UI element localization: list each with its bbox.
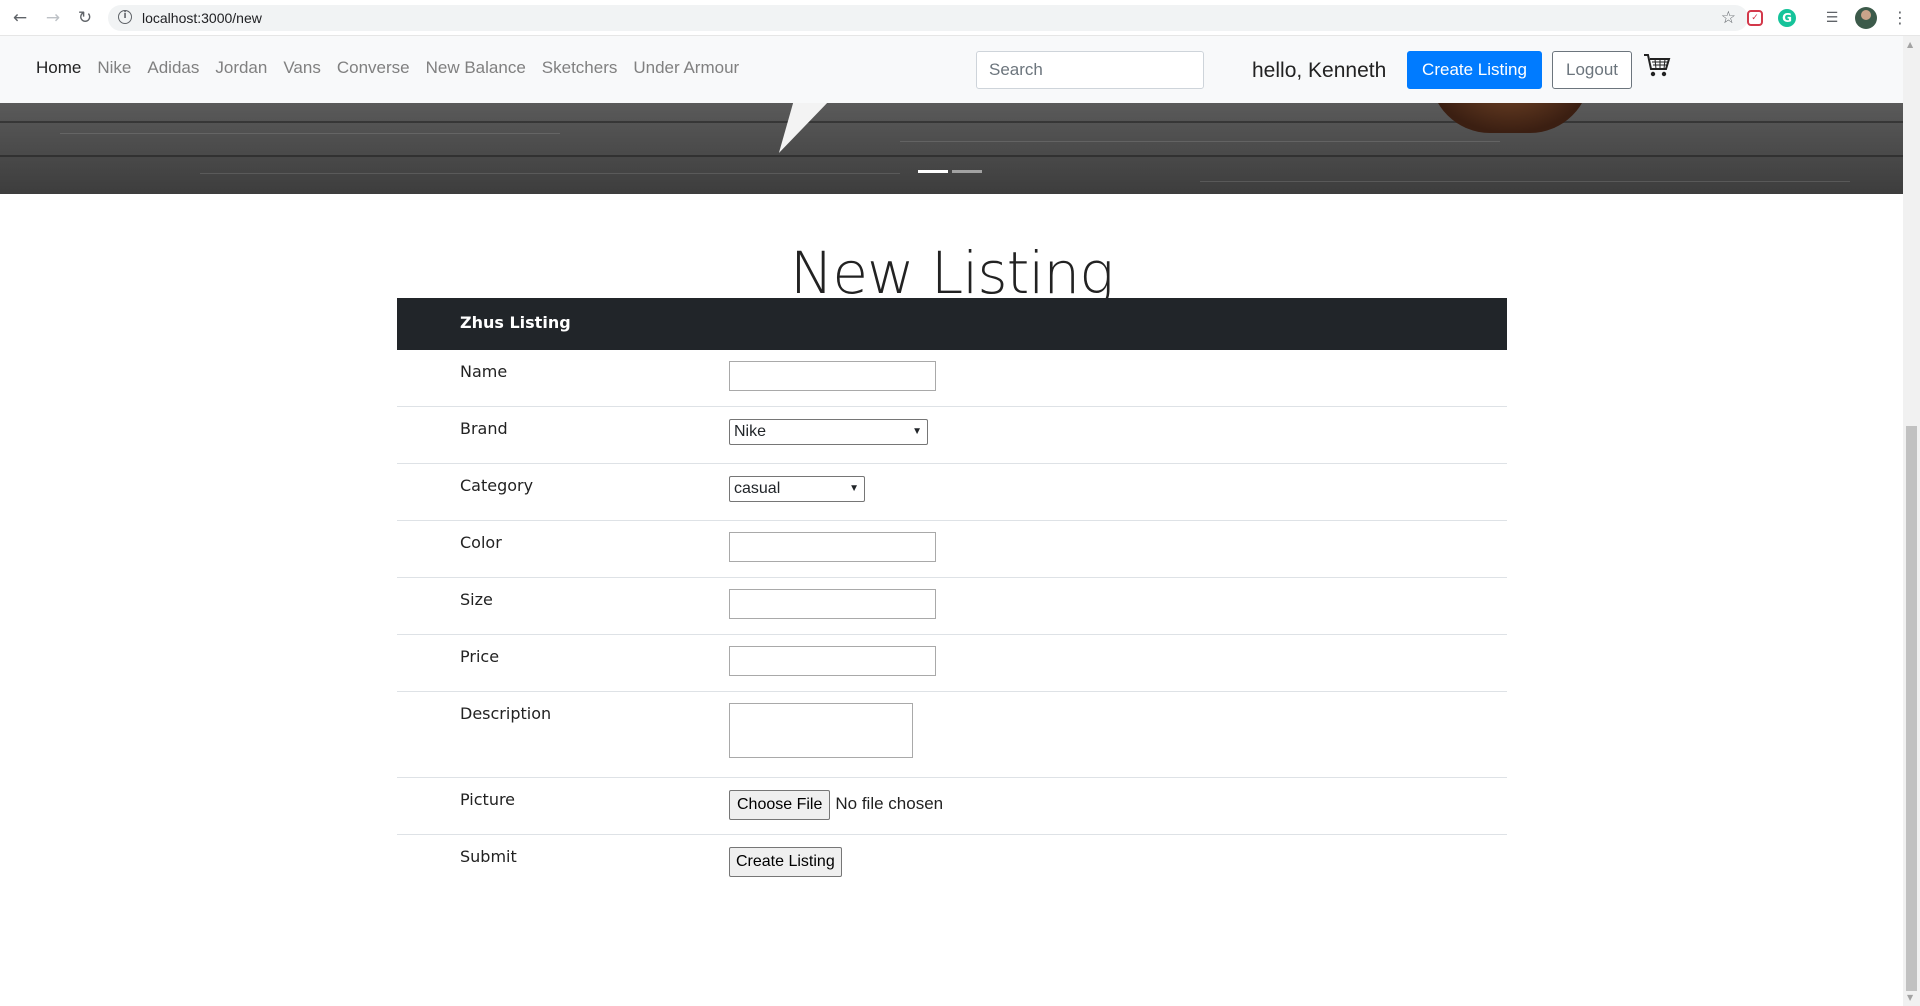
category-label: Category: [460, 476, 534, 495]
submit-create-listing-button[interactable]: Create Listing: [729, 847, 842, 877]
scroll-down-icon[interactable]: ▼: [1907, 993, 1913, 1002]
search-input[interactable]: [976, 51, 1204, 89]
scroll-up-icon[interactable]: ▲: [1907, 40, 1913, 49]
form-row-price: Price: [397, 635, 1507, 692]
address-bar[interactable]: i localhost:3000/new ☆: [108, 5, 1748, 31]
grammarly-extension-icon[interactable]: G: [1778, 9, 1796, 27]
wood-grain: [900, 141, 1500, 142]
hero-carousel[interactable]: [0, 103, 1903, 194]
nav-link-converse[interactable]: Converse: [337, 58, 410, 78]
name-label: Name: [460, 362, 508, 381]
site-info-icon[interactable]: i: [118, 10, 132, 24]
url-text[interactable]: localhost:3000/new: [142, 10, 262, 26]
create-listing-button[interactable]: Create Listing: [1407, 51, 1542, 89]
form-header: Zhus Listing: [397, 298, 1507, 350]
nav-link-sketchers[interactable]: Sketchers: [542, 58, 618, 78]
shoe-image: [1430, 103, 1590, 133]
nav-link-jordan[interactable]: Jordan: [215, 58, 267, 78]
page-viewport: Home Nike Adidas Jordan Vans Converse Ne…: [0, 36, 1903, 1006]
user-greeting: hello, Kenneth: [1252, 59, 1387, 82]
logout-button[interactable]: Logout: [1552, 51, 1632, 89]
form-row-category: Category casual ▼: [397, 464, 1507, 521]
reading-list-icon[interactable]: ☰: [1822, 8, 1842, 28]
carousel-indicator-2[interactable]: [952, 170, 982, 173]
bookmark-star-icon[interactable]: ☆: [1721, 8, 1736, 28]
price-field[interactable]: [729, 646, 936, 676]
wood-grain: [200, 173, 900, 174]
browser-toolbar: ← → ↻ i localhost:3000/new ☆ ✓ G ☰ ⋮: [0, 0, 1920, 36]
category-select[interactable]: casual ▼: [729, 476, 865, 502]
profile-avatar[interactable]: [1855, 7, 1877, 29]
nav-link-under-armour[interactable]: Under Armour: [633, 58, 739, 78]
carousel-indicator-1[interactable]: [918, 170, 948, 173]
page-scrollbar[interactable]: ▲ ▼: [1903, 36, 1920, 1006]
forward-icon[interactable]: →: [43, 8, 63, 28]
nav-link-adidas[interactable]: Adidas: [147, 58, 199, 78]
color-label: Color: [460, 533, 502, 552]
file-input: Choose File No file chosen: [729, 790, 943, 820]
page-title: New Listing: [789, 239, 1114, 307]
form-row-color: Color: [397, 521, 1507, 578]
brand-label: Brand: [460, 419, 508, 438]
color-field[interactable]: [729, 532, 936, 562]
new-listing-form: Zhus Listing Name Brand Nike ▼ Category …: [397, 298, 1507, 892]
picture-label: Picture: [460, 790, 516, 809]
wood-plank-line: [0, 121, 1903, 123]
scrollbar-thumb[interactable]: [1906, 426, 1917, 991]
form-row-name: Name: [397, 350, 1507, 407]
select-arrow-icon: ▼: [849, 483, 859, 494]
nav-link-new-balance[interactable]: New Balance: [426, 58, 526, 78]
description-textarea[interactable]: [729, 703, 913, 758]
pocket-extension-icon[interactable]: ✓: [1747, 10, 1763, 26]
file-status-text: No file chosen: [835, 794, 944, 813]
form-row-size: Size: [397, 578, 1507, 635]
shopping-cart-icon[interactable]: [1643, 53, 1671, 79]
choose-file-button[interactable]: Choose File: [729, 790, 831, 820]
back-icon[interactable]: ←: [10, 8, 30, 28]
submit-label: Submit: [460, 847, 517, 866]
description-label: Description: [460, 704, 552, 723]
nav-link-home[interactable]: Home: [36, 58, 81, 78]
carousel-indicators: [918, 170, 982, 173]
wood-plank-line: [0, 155, 1903, 157]
nav-link-vans[interactable]: Vans: [283, 58, 321, 78]
swoosh-logo-fragment: [772, 103, 828, 153]
reload-icon[interactable]: ↻: [75, 8, 95, 28]
browser-menu-icon[interactable]: ⋮: [1892, 8, 1908, 27]
wood-grain: [1200, 181, 1850, 182]
form-row-description: Description: [397, 692, 1507, 778]
name-field[interactable]: [729, 361, 936, 391]
wood-grain: [60, 133, 560, 134]
price-label: Price: [460, 647, 500, 666]
category-select-value: casual: [734, 480, 781, 497]
form-row-brand: Brand Nike ▼: [397, 407, 1507, 464]
brand-select-value: Nike: [734, 423, 767, 440]
brand-nav-links: Home Nike Adidas Jordan Vans Converse Ne…: [36, 58, 739, 78]
form-row-submit: Submit Create Listing: [397, 835, 1507, 892]
site-navbar: Home Nike Adidas Jordan Vans Converse Ne…: [0, 36, 1903, 103]
size-label: Size: [460, 590, 493, 609]
brand-select[interactable]: Nike ▼: [729, 419, 928, 445]
form-row-picture: Picture Choose File No file chosen: [397, 778, 1507, 835]
nav-link-nike[interactable]: Nike: [97, 58, 131, 78]
size-field[interactable]: [729, 589, 936, 619]
select-arrow-icon: ▼: [912, 426, 922, 437]
